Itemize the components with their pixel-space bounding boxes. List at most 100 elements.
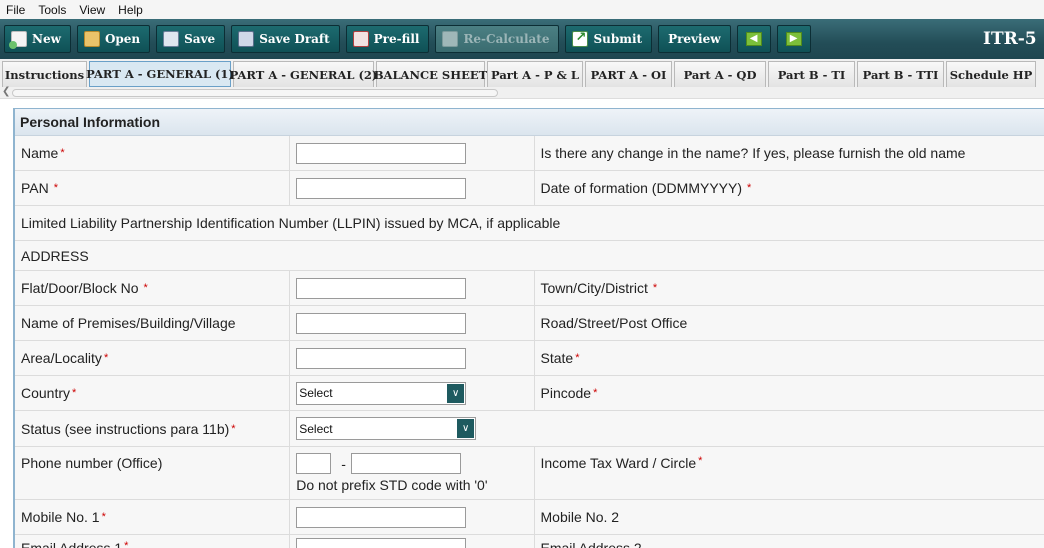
form-row: Email Address 1 * Email Address 2 (15, 535, 1044, 548)
flat-input[interactable] (296, 277, 467, 299)
label-text: Area/Locality (21, 350, 102, 366)
chevron-down-icon[interactable]: ∨ (447, 383, 465, 403)
next-button[interactable]: ▶ (776, 25, 811, 53)
formation-date-label: Date of formation (DDMMYYYY) * (535, 171, 1044, 205)
label-text: State (540, 350, 574, 366)
phone-separator: - (341, 455, 346, 472)
tab-part-a-general-1[interactable]: PART A - GENERAL (1) (86, 61, 234, 87)
calculator-icon (442, 31, 459, 47)
label-text: Email Address 2 (540, 540, 642, 548)
label-text: Town/City/District (540, 280, 648, 296)
email2-label: Email Address 2 (535, 535, 1044, 548)
std-code-input[interactable] (296, 453, 332, 474)
pan-input[interactable] (296, 177, 467, 199)
previous-button[interactable]: ◀ (736, 25, 771, 53)
tab-part-a-qd[interactable]: Part A - QD (674, 61, 766, 87)
submit-button[interactable]: Submit (565, 25, 653, 53)
scrollbar-thumb[interactable] (12, 89, 498, 97)
phone-number-input[interactable] (350, 453, 461, 474)
form-title: ITR-5 (983, 29, 1037, 49)
required-mark: * (593, 387, 598, 399)
save-draft-button[interactable]: Save Draft (231, 25, 340, 53)
form-row: Name of Premises/Building/Village Road/S… (15, 306, 1044, 341)
tab-part-a-pl[interactable]: Part A - P & L (487, 61, 583, 87)
name-change-label: Is there any change in the name? If yes,… (535, 136, 1044, 170)
state-label: State * (535, 341, 1044, 375)
label-text: Mobile No. 2 (540, 509, 620, 525)
pincode-label: Pincode * (535, 376, 1044, 410)
new-button[interactable]: New (4, 25, 71, 53)
preview-button-label: Preview (668, 32, 721, 46)
required-mark: * (652, 282, 658, 294)
label-text: Email Address 1 (21, 540, 123, 548)
tab-part-b-ti[interactable]: Part B - TI (768, 61, 855, 87)
mobile1-input[interactable] (296, 506, 467, 528)
label-text: Name (21, 145, 59, 161)
name-input[interactable] (296, 142, 467, 164)
prefill-button[interactable]: Pre-fill (345, 25, 430, 53)
label-text: Phone number (Office) (21, 455, 163, 471)
form-row: Phone number (Office) - Do not prefix ST… (15, 447, 1044, 500)
submit-button-label: Submit (593, 32, 643, 46)
open-button-label: Open (104, 32, 141, 46)
left-arrow-icon: ◀ (745, 32, 762, 46)
chevron-down-icon[interactable]: ∨ (457, 419, 475, 438)
menu-help[interactable]: Help (112, 3, 150, 17)
save-draft-button-label: Save Draft (259, 32, 330, 46)
section-title: Personal Information (15, 109, 1044, 136)
required-mark: * (231, 422, 236, 435)
label-text: Income Tax Ward / Circle (540, 455, 697, 471)
llpin-label: Limited Liability Partnership Identifica… (15, 206, 1044, 240)
recalculate-button[interactable]: Re-Calculate (435, 25, 560, 53)
form-row: Limited Liability Partnership Identifica… (15, 206, 1044, 241)
save-button[interactable]: Save (156, 25, 226, 53)
email1-input[interactable] (296, 538, 467, 548)
prefill-button-label: Pre-fill (373, 32, 420, 46)
required-mark: * (103, 352, 109, 364)
tab-instructions[interactable]: Instructions (2, 61, 87, 87)
country-label: Country * (15, 376, 291, 410)
status-select[interactable]: Select ∨ (296, 417, 477, 440)
label-text: Limited Liability Partnership Identifica… (21, 215, 561, 231)
country-select-value: Select (299, 386, 333, 400)
tab-scrollbar[interactable]: ❮ (0, 86, 1044, 99)
folder-icon (83, 31, 100, 47)
label-text: ADDRESS (21, 247, 89, 264)
menu-tools[interactable]: Tools (32, 3, 73, 17)
premises-input[interactable] (296, 312, 467, 334)
tab-schedule-hp[interactable]: Schedule HP (946, 61, 1036, 87)
phone-label: Phone number (Office) (15, 447, 291, 499)
phone-input-group: - (296, 453, 461, 474)
menu-file[interactable]: File (0, 3, 32, 17)
tab-balance-sheet[interactable]: BALANCE SHEET (374, 61, 487, 87)
required-mark: * (101, 511, 106, 523)
flat-label: Flat/Door/Block No * (15, 271, 291, 305)
open-button[interactable]: Open (76, 25, 151, 53)
label-text: Pincode (540, 385, 592, 401)
personal-information-panel: Personal Information Name * Is there any … (13, 108, 1044, 548)
status-select-value: Select (299, 421, 333, 436)
submit-arrow-icon (572, 30, 589, 47)
new-button-label: New (32, 32, 61, 46)
floppy-disk-icon (238, 31, 255, 47)
tab-part-a-oi[interactable]: PART A - OI (585, 61, 672, 87)
ward-label: Income Tax Ward / Circle * (535, 447, 1044, 499)
tab-part-b-tti[interactable]: Part B - TTI (857, 61, 944, 87)
preview-button[interactable]: Preview (658, 25, 731, 53)
prefill-icon (352, 31, 369, 47)
country-select[interactable]: Select ∨ (296, 381, 467, 405)
name-label: Name * (15, 136, 291, 170)
form-row: Status (see instructions para 11b) * Sele… (15, 411, 1044, 447)
required-mark: * (124, 540, 129, 548)
label-text: Date of formation (DDMMYYYY) (540, 180, 743, 196)
form-row: Area/Locality * State * (15, 341, 1044, 376)
area-input[interactable] (296, 347, 467, 369)
required-mark: * (53, 182, 59, 194)
label-text: Road/Street/Post Office (540, 315, 688, 331)
scroll-left-icon[interactable]: ❮ (2, 86, 10, 97)
mobile2-label: Mobile No. 2 (535, 500, 1044, 534)
tab-part-a-general-2[interactable]: PART A - GENERAL (2) (230, 61, 377, 87)
area-label: Area/Locality * (15, 341, 291, 375)
form-row: ADDRESS (15, 241, 1044, 271)
menu-view[interactable]: View (73, 3, 112, 17)
